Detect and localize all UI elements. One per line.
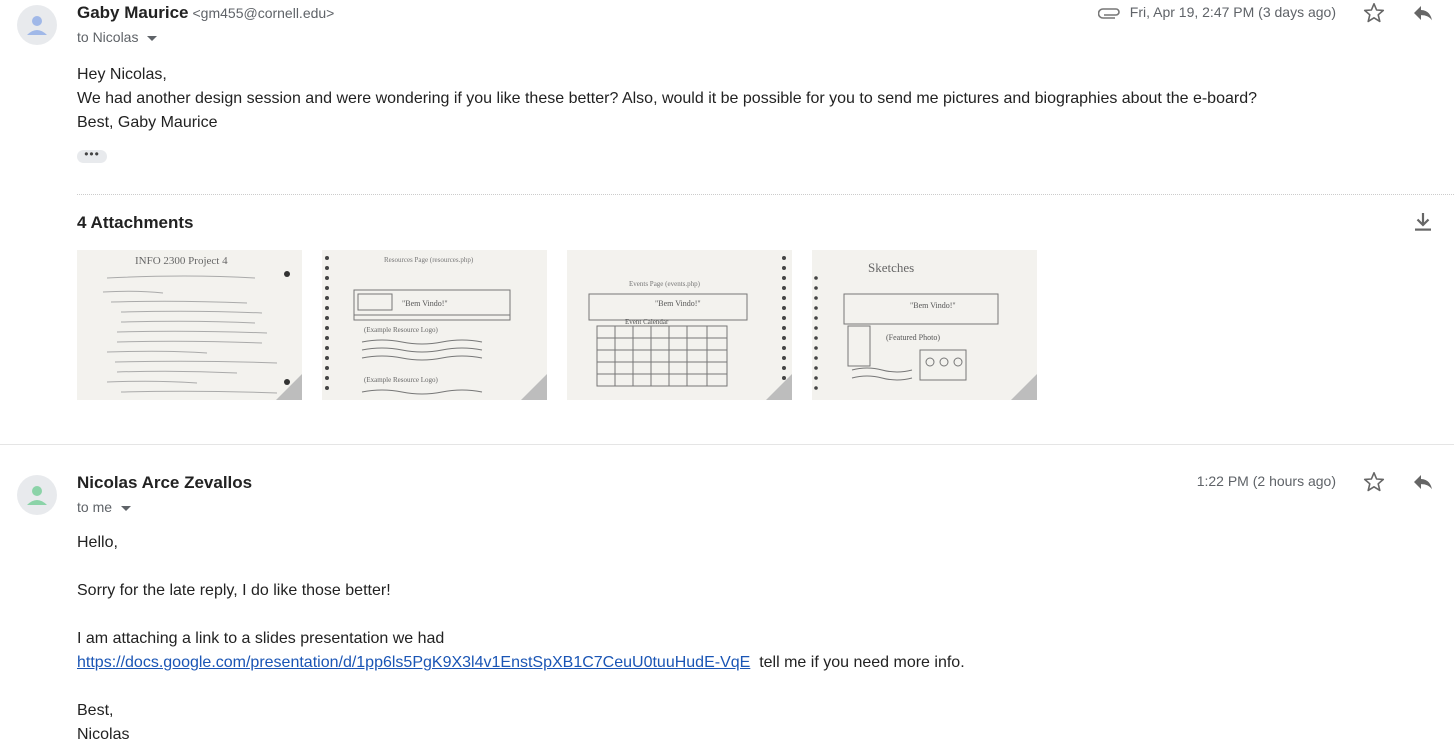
- attachment-thumbnail[interactable]: Resources Page (resources.php) "Bem Vind…: [322, 250, 547, 400]
- signature: Nicolas: [77, 726, 130, 743]
- date-text: Fri, Apr 19, 2:47 PM (3 days ago): [1129, 4, 1336, 20]
- body-line: Best,: [77, 702, 114, 719]
- avatar[interactable]: [17, 475, 57, 515]
- star-icon: [1363, 3, 1385, 23]
- body-line: I am attaching a link to a slides presen…: [77, 630, 445, 647]
- resources-sketch-image: Resources Page (resources.php) "Bem Vind…: [322, 250, 547, 400]
- recipient-toggle[interactable]: to me: [77, 499, 132, 515]
- attachment-thumbnail[interactable]: Events Page (events.php) "Bem Vindo!" Ev…: [567, 250, 792, 400]
- svg-text:"Bem Vindo!": "Bem Vindo!": [910, 301, 956, 310]
- svg-text:"Bem Vindo!": "Bem Vindo!": [402, 299, 448, 308]
- chevron-down-icon[interactable]: [121, 505, 132, 511]
- show-trimmed-content-button[interactable]: •••: [77, 148, 107, 163]
- recipient-toggle[interactable]: to Nicolas: [77, 29, 158, 45]
- attachment-title-text: Events Page (events.php): [629, 280, 701, 288]
- sender-email: <gm455@cornell.edu>: [192, 5, 335, 21]
- person-icon: [27, 486, 47, 505]
- attachment-title-text: Sketches: [868, 260, 914, 275]
- person-icon: [27, 16, 47, 35]
- thumbnail-fold: [1011, 374, 1037, 400]
- body-line: Best, Gaby Maurice: [77, 114, 218, 131]
- avatar[interactable]: [17, 5, 57, 45]
- sender-info: Nicolas Arce Zevallos: [77, 473, 252, 493]
- date-text: 1:22 PM (2 hours ago): [1196, 473, 1336, 489]
- body-line: Sorry for the late reply, I do like thos…: [77, 582, 391, 599]
- star-button[interactable]: [1362, 1, 1386, 25]
- attachments-separator: [77, 194, 1454, 195]
- download-icon: [1415, 213, 1431, 231]
- message-body: Hey Nicolas, We had another design sessi…: [77, 63, 1257, 135]
- thumbnail-fold: [276, 374, 302, 400]
- message-nicolas: Nicolas Arce Zevallos to me 1:22 PM (2 h…: [0, 445, 1454, 745]
- message-gaby: Gaby Maurice <gm455@cornell.edu> to Nicol…: [0, 0, 1454, 444]
- paperclip-icon: [1097, 8, 1120, 19]
- home-sketch-image: Sketches "Bem Vindo!" (Featured Photo): [812, 250, 1037, 400]
- sender-name[interactable]: Nicolas Arce Zevallos: [77, 473, 252, 492]
- body-line: Hey Nicolas,: [77, 66, 167, 83]
- reply-button[interactable]: [1411, 1, 1435, 25]
- attachment-thumbnail[interactable]: INFO 2300 Project 4: [77, 250, 302, 400]
- thumbnail-fold: [766, 374, 792, 400]
- sender-name[interactable]: Gaby Maurice: [77, 3, 189, 22]
- body-line-link: https://docs.google.com/presentation/d/1…: [77, 651, 965, 675]
- reply-icon: [1414, 6, 1432, 21]
- message-body: Hello, Sorry for the late reply, I do li…: [77, 531, 965, 747]
- message-date: Fri, Apr 19, 2:47 PM (3 days ago): [1097, 4, 1336, 20]
- attachment-thumbnail[interactable]: Sketches "Bem Vindo!" (Featured Photo): [812, 250, 1037, 400]
- message-date: 1:22 PM (2 hours ago): [1197, 473, 1336, 489]
- svg-text:Event Calendar: Event Calendar: [625, 318, 669, 326]
- body-line: We had another design session and were w…: [77, 90, 1257, 107]
- sender-info: Gaby Maurice <gm455@cornell.edu>: [77, 3, 334, 23]
- attachments-title: 4 Attachments: [77, 213, 194, 232]
- star-button[interactable]: [1362, 470, 1386, 494]
- recipient-label: to Nicolas: [77, 29, 139, 45]
- attachment-title-text: INFO 2300 Project 4: [135, 255, 228, 267]
- notes-sketch-image: INFO 2300 Project 4: [77, 250, 302, 400]
- svg-text:(Example Resource Logo): (Example Resource Logo): [364, 326, 439, 334]
- svg-text:(Example Resource Logo): (Example Resource Logo): [364, 376, 439, 384]
- events-sketch-image: Events Page (events.php) "Bem Vindo!" Ev…: [567, 250, 792, 400]
- thumbnail-fold: [521, 374, 547, 400]
- reply-button[interactable]: [1411, 470, 1435, 494]
- chevron-down-icon[interactable]: [147, 35, 158, 41]
- download-all-button[interactable]: [1411, 210, 1435, 234]
- body-text: tell me if you need more info.: [750, 654, 965, 671]
- reply-icon: [1414, 475, 1432, 490]
- presentation-link[interactable]: https://docs.google.com/presentation/d/1…: [77, 654, 750, 671]
- attachment-title-text: Resources Page (resources.php): [384, 256, 474, 264]
- recipient-label: to me: [77, 499, 113, 515]
- star-icon: [1363, 472, 1385, 492]
- svg-text:"Bem Vindo!": "Bem Vindo!": [655, 299, 701, 308]
- svg-text:(Featured Photo): (Featured Photo): [886, 333, 940, 342]
- body-line: Hello,: [77, 534, 118, 551]
